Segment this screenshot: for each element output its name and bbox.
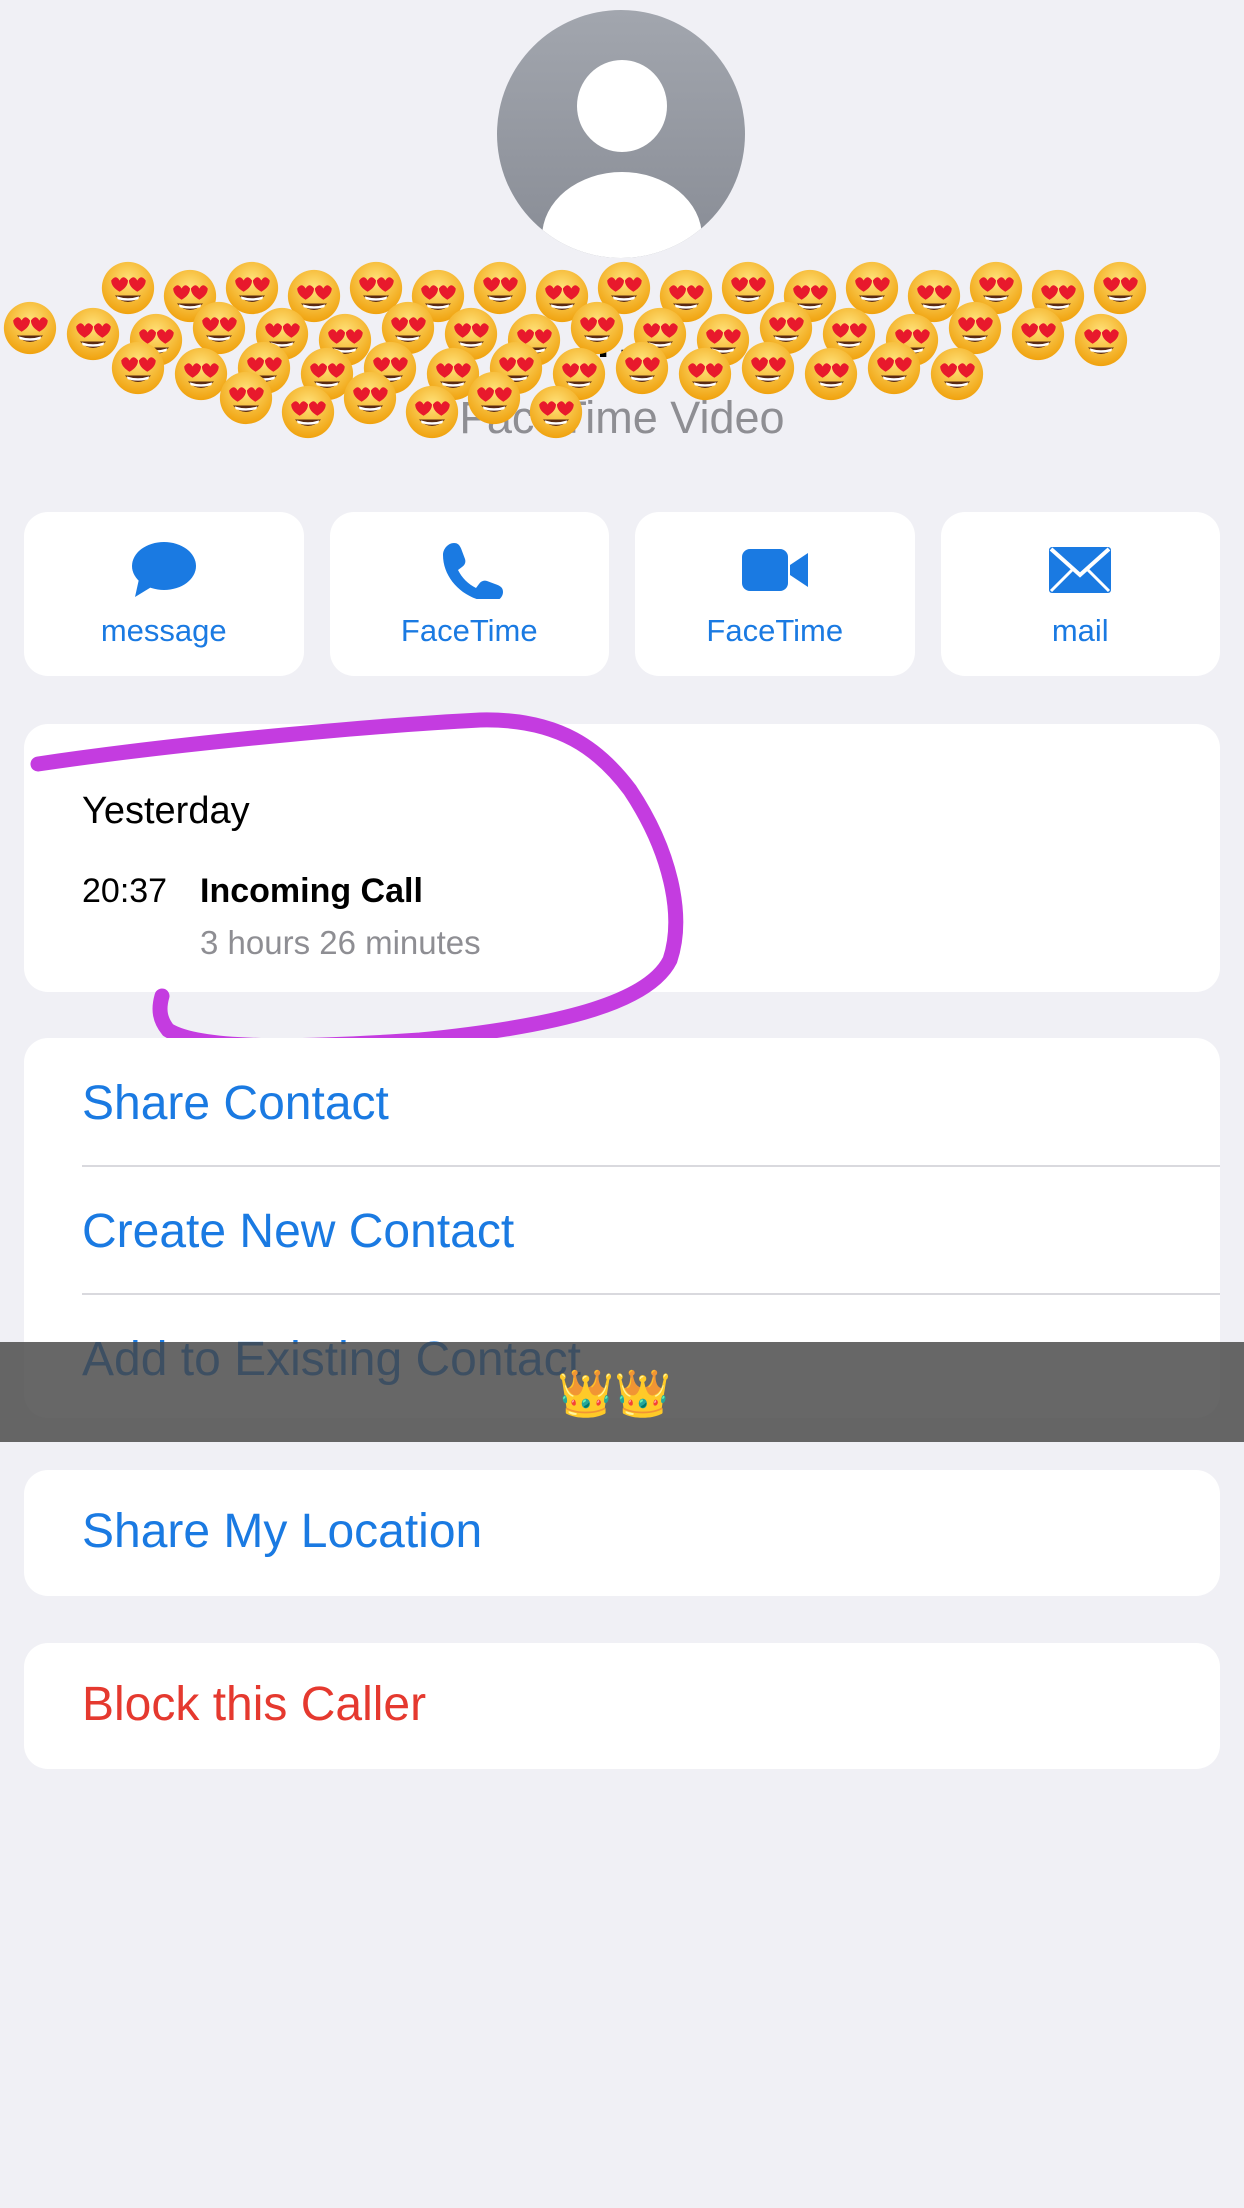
create-new-contact-button[interactable]: Create New Contact xyxy=(82,1204,514,1259)
facetime-video-label: FaceTime xyxy=(706,613,844,648)
block-caller-card: Block this Caller xyxy=(24,1643,1220,1769)
contact-name: …n xyxy=(569,296,675,372)
avatar-body-icon xyxy=(542,172,702,258)
contact-avatar xyxy=(497,10,745,258)
facetime-audio-label: FaceTime xyxy=(400,613,538,648)
mail-button-label: mail xyxy=(1051,613,1109,648)
phone-icon xyxy=(443,543,504,599)
share-contact-button[interactable]: Share Contact xyxy=(82,1076,389,1131)
message-button-label: message xyxy=(100,613,227,648)
crown-emojis: 👑👑 xyxy=(557,1367,672,1419)
call-type-subtitle: FaceTime Video xyxy=(459,392,785,443)
caption-overlay-bar: 👑👑 xyxy=(0,1342,1244,1442)
facetime-audio-button[interactable]: FaceTime xyxy=(329,512,609,676)
block-caller-button[interactable]: Block this Caller xyxy=(82,1677,426,1732)
message-bubble-icon xyxy=(131,542,196,597)
facetime-video-button[interactable]: FaceTime xyxy=(635,512,915,676)
mail-button[interactable]: mail xyxy=(940,512,1220,676)
envelope-icon xyxy=(1049,547,1112,593)
avatar-head-icon xyxy=(577,60,667,152)
message-button[interactable]: message xyxy=(24,512,304,676)
share-location-card: Share My Location xyxy=(24,1470,1220,1596)
divider xyxy=(82,1293,1220,1295)
quick-actions: message FaceTime FaceTime mail xyxy=(24,512,1220,676)
share-my-location-button[interactable]: Share My Location xyxy=(82,1504,482,1559)
annotation-circle xyxy=(30,712,684,1054)
divider xyxy=(82,1165,1220,1167)
video-camera-icon xyxy=(741,549,808,591)
